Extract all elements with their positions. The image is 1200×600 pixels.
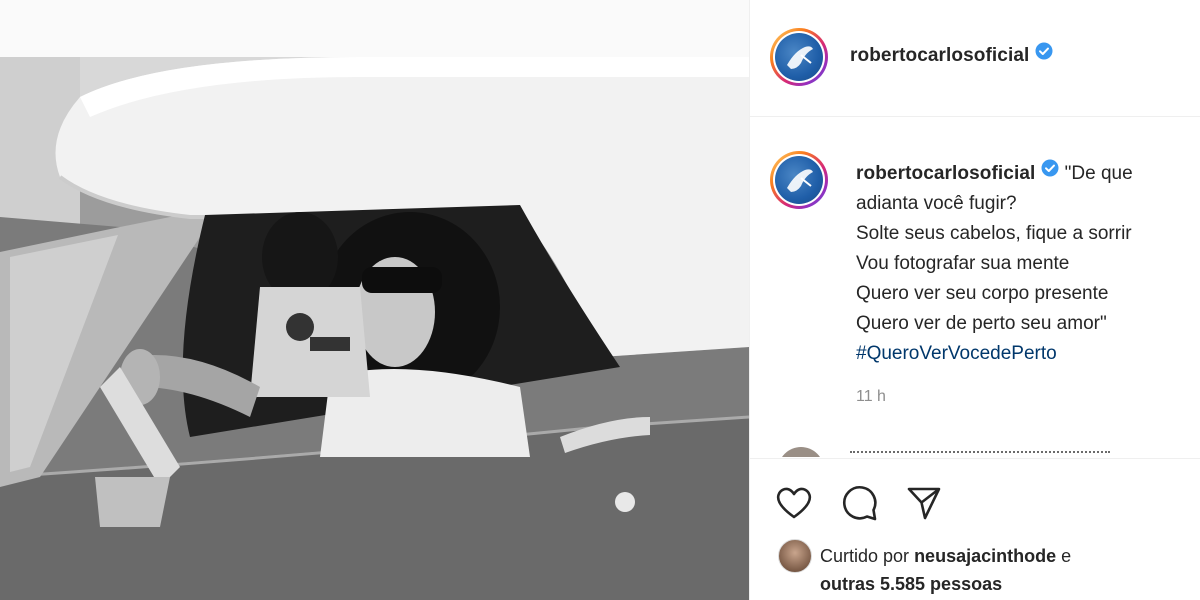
post-header: robertocarlosoficial [750, 0, 1200, 117]
share-button[interactable] [902, 483, 946, 527]
instagram-post-view: robertocarlosoficial robertocarlosoficia… [0, 0, 1200, 600]
likes-prefix: Curtido por [820, 546, 910, 566]
caption-hashtag[interactable]: #QueroVerVocedePerto [856, 339, 1196, 369]
author-username-text[interactable]: robertocarlosoficial [850, 45, 1029, 66]
like-button[interactable] [772, 483, 816, 527]
post-image[interactable] [0, 57, 749, 600]
likes-count[interactable]: outras 5.585 pessoas [820, 574, 1002, 594]
comment-text-partial [850, 451, 1110, 457]
comments-section: robertocarlosoficial "De que adianta voc… [750, 117, 1200, 457]
post-actions: Curtido por neusajacinthode e outras 5.5… [750, 458, 1200, 600]
verified-badge-icon [1035, 42, 1053, 66]
caption-line-4: Vou fotografar sua mente [856, 253, 1070, 274]
post-timestamp[interactable]: 11 h [856, 388, 886, 406]
comment-button[interactable] [838, 483, 882, 527]
liker-avatar[interactable] [778, 539, 812, 573]
avatar-ring [773, 31, 825, 83]
caption-line-1: "De que [1064, 163, 1133, 184]
caption-username[interactable]: robertocarlosoficial [856, 163, 1035, 184]
send-icon [904, 483, 944, 528]
caption-first-line: robertocarlosoficial "De que [856, 159, 1196, 189]
post-image-area [0, 0, 749, 600]
caption-line-2: adianta você fugir? [856, 193, 1017, 214]
heart-icon [774, 483, 814, 528]
likes-text: Curtido por neusajacinthode e outras 5.5… [820, 542, 1200, 598]
comment-icon [840, 483, 880, 528]
caption-line-6: Quero ver de perto seu amor" [856, 313, 1107, 334]
avatar-image [775, 33, 823, 81]
caption-author-avatar[interactable] [770, 151, 828, 209]
liker-username[interactable]: neusajacinthode [914, 546, 1056, 566]
comment-avatar[interactable] [778, 447, 824, 457]
post-caption: robertocarlosoficial "De que adianta voc… [856, 159, 1196, 369]
post-sidebar: robertocarlosoficial robertocarlosoficia… [750, 0, 1200, 600]
caption-line-3: Solte seus cabelos, fique a sorrir [856, 223, 1132, 244]
avatar-ring [773, 154, 825, 206]
likes-conjunction: e [1061, 546, 1072, 566]
author-avatar[interactable] [770, 28, 828, 86]
avatar-image [775, 156, 823, 204]
author-username[interactable]: robertocarlosoficial [850, 42, 1053, 67]
caption-line-5: Quero ver seu corpo presente [856, 283, 1109, 304]
verified-badge-icon [1041, 157, 1059, 187]
